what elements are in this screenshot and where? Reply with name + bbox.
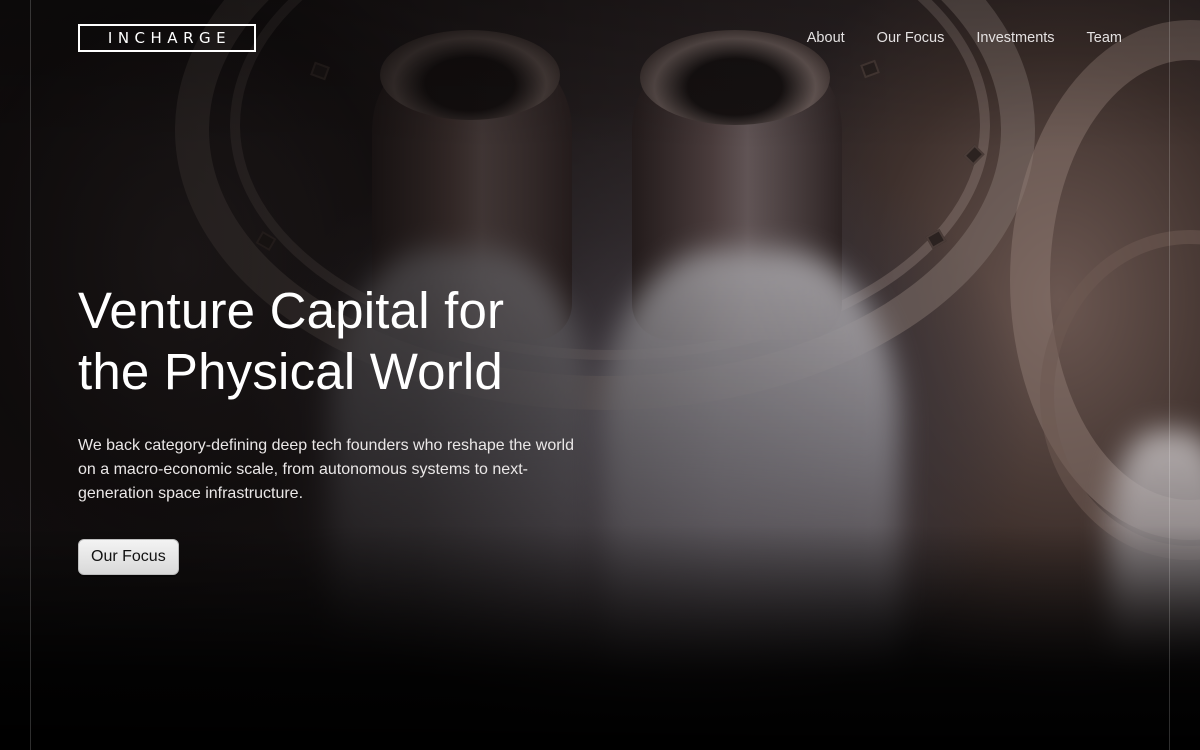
our-focus-button[interactable]: Our Focus bbox=[78, 539, 179, 575]
nav-link-about[interactable]: About bbox=[807, 30, 845, 46]
hero-section: Venture Capital for the Physical World W… bbox=[78, 280, 598, 575]
brand-logo[interactable]: INCHARGE bbox=[78, 24, 256, 52]
main-nav: About Our Focus Investments Team bbox=[807, 30, 1122, 46]
hero-title: Venture Capital for the Physical World bbox=[78, 280, 598, 402]
nav-link-our-focus[interactable]: Our Focus bbox=[877, 30, 945, 46]
hero-subtitle: We back category-defining deep tech foun… bbox=[78, 437, 575, 502]
nav-link-investments[interactable]: Investments bbox=[976, 30, 1054, 46]
hero-title-line-1: Venture Capital for bbox=[78, 282, 505, 339]
hero-title-line-2: the Physical World bbox=[78, 343, 503, 400]
page: INCHARGE About Our Focus Investments Tea… bbox=[0, 0, 1200, 750]
left-divider-line bbox=[30, 0, 31, 750]
brand-logo-text: INCHARGE bbox=[107, 29, 232, 47]
nav-link-team[interactable]: Team bbox=[1087, 30, 1122, 46]
right-divider-line bbox=[1169, 0, 1170, 750]
site-header: INCHARGE About Our Focus Investments Tea… bbox=[78, 24, 1122, 52]
